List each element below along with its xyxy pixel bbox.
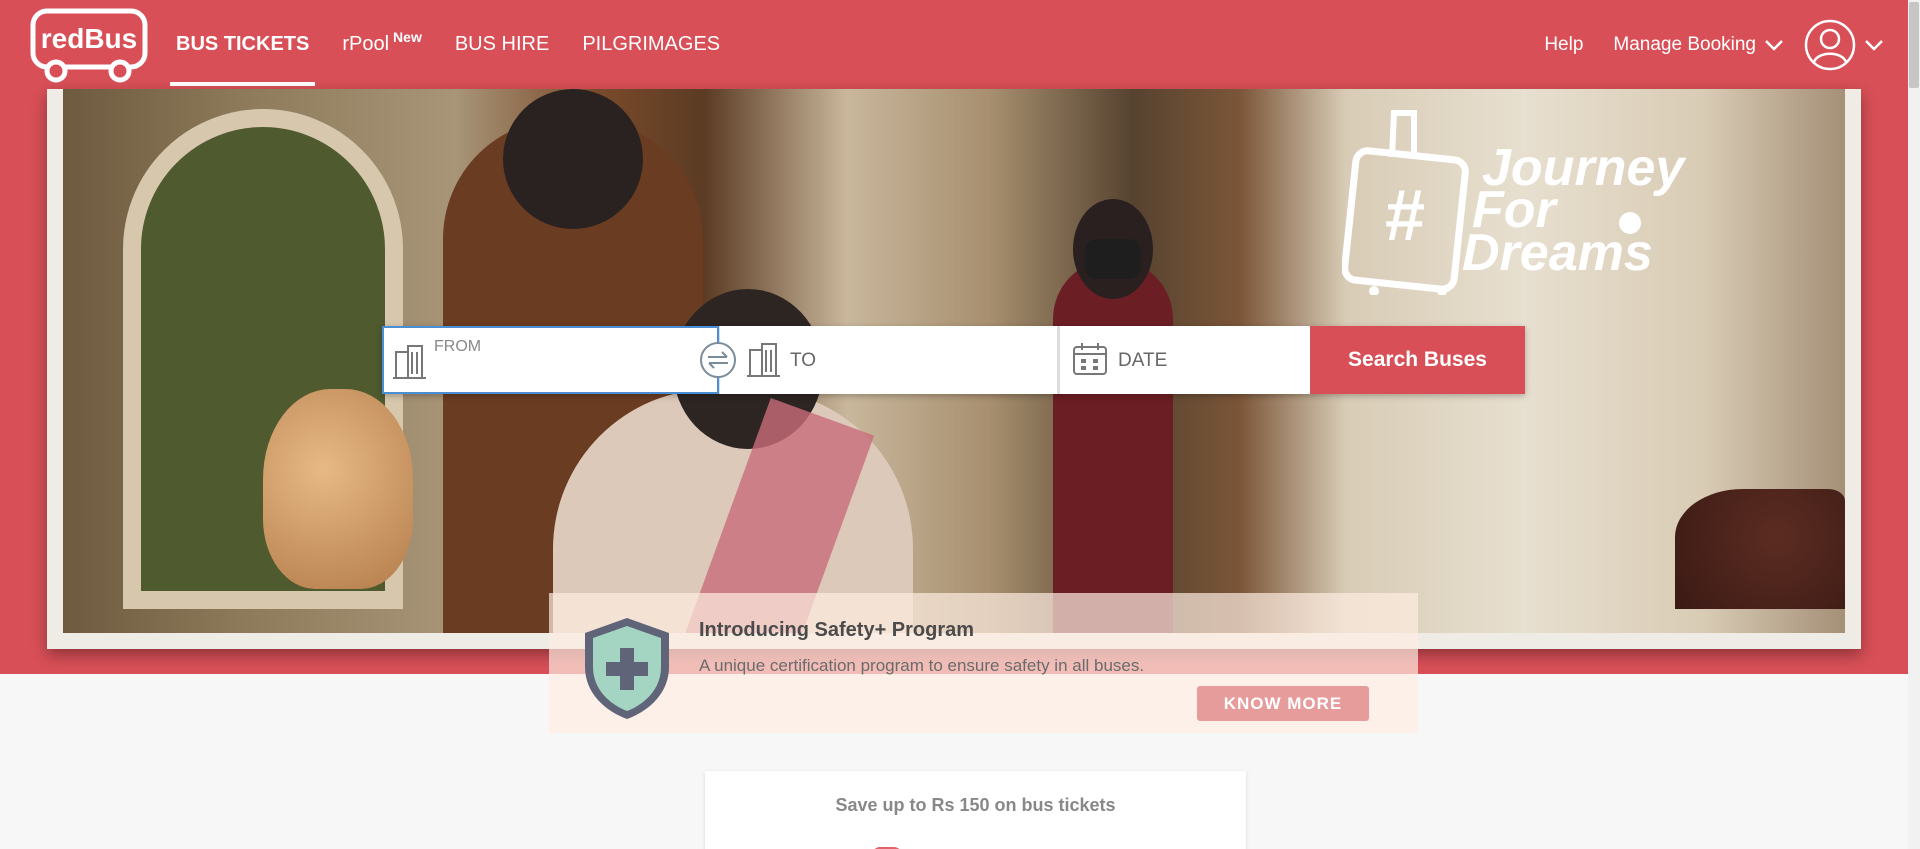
photo-mask	[1085, 239, 1141, 279]
nav-pilgrimages[interactable]: PILGRIMAGES	[576, 0, 726, 89]
swap-arrows-icon	[708, 351, 728, 369]
redbus-logo[interactable]: redBus	[30, 8, 148, 84]
from-field[interactable]: FROM	[382, 326, 719, 394]
date-field[interactable]	[1057, 326, 1310, 394]
page-scrollbar[interactable]	[1908, 0, 1920, 849]
photo-pot	[263, 389, 413, 589]
to-field[interactable]	[719, 326, 1057, 394]
main-nav: BUS TICKETS rPool New BUS HIRE PILGRIMAGE…	[170, 0, 747, 89]
to-input[interactable]	[790, 346, 1030, 376]
journey-for-dreams-logo: # Journey For Dreams	[1342, 110, 1687, 295]
search-buses-button[interactable]: Search Buses	[1310, 326, 1525, 394]
manage-booking-dropdown[interactable]: Manage Booking	[1613, 34, 1784, 56]
help-link[interactable]: Help	[1544, 34, 1583, 56]
user-avatar-icon	[1804, 19, 1856, 70]
city-building-icon	[747, 343, 780, 377]
scrollbar-thumb[interactable]	[1909, 2, 1919, 88]
svg-text:Dreams: Dreams	[1462, 224, 1653, 282]
bus-search-bar: FROM Search Buses	[382, 326, 1525, 394]
nav-bus-hire[interactable]: BUS HIRE	[449, 0, 555, 89]
photo-carving	[1675, 489, 1845, 609]
nav-rpool-label: rPool	[342, 33, 390, 55]
top-header: redBus BUS TICKETS rPool New BUS HIRE PIL…	[0, 0, 1908, 89]
profile-menu[interactable]	[1804, 19, 1884, 71]
svg-text:redBus: redBus	[41, 23, 137, 54]
date-input[interactable]	[1118, 346, 1298, 376]
nav-rpool[interactable]: rPool New	[336, 0, 428, 89]
from-label: FROM	[434, 338, 482, 355]
chevron-down-icon	[1865, 39, 1883, 51]
from-input[interactable]	[434, 356, 684, 386]
nav-bus-tickets[interactable]: BUS TICKETS	[170, 0, 316, 89]
offer-card: Save up to Rs 150 on bus tickets	[705, 771, 1246, 849]
svg-text:#: #	[1384, 176, 1424, 256]
know-more-button[interactable]: KNOW MORE	[1197, 686, 1369, 721]
nav-bus-hire-label: BUS HIRE	[454, 33, 550, 55]
nav-pilgrimages-label: PILGRIMAGES	[582, 33, 721, 55]
new-badge: New	[393, 28, 422, 45]
shield-plus-icon	[585, 618, 669, 719]
header-right: Help Manage Booking	[1544, 0, 1908, 89]
nav-bus-tickets-label: BUS TICKETS	[176, 33, 310, 55]
calendar-icon	[1073, 343, 1107, 375]
city-building-icon	[393, 345, 426, 379]
photo-person-head	[503, 89, 643, 229]
safety-description: A unique certification program to ensure…	[699, 656, 1145, 675]
swap-cities-button[interactable]	[700, 342, 736, 378]
safety-title: Introducing Safety+ Program	[699, 619, 975, 641]
offer-text: Save up to Rs 150 on bus tickets	[835, 795, 1116, 815]
chevron-down-icon	[1765, 39, 1783, 51]
manage-booking-label: Manage Booking	[1613, 33, 1756, 55]
safety-plus-banner: Introducing Safety+ Program A unique cer…	[549, 593, 1418, 733]
photo-girl	[1053, 259, 1173, 633]
